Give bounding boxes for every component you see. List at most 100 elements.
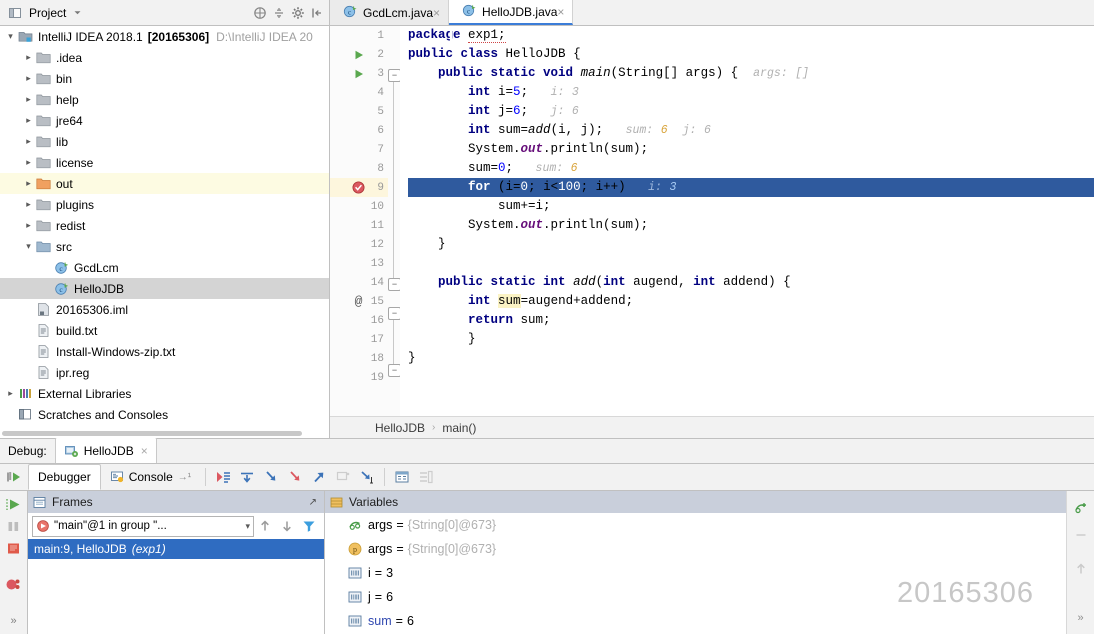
close-icon[interactable]: × <box>557 5 564 19</box>
iml-file-icon <box>35 302 51 318</box>
top-bar: Project c GcdLcm.java × c HelloJDB.java … <box>0 0 1094 26</box>
close-icon[interactable]: × <box>433 6 440 20</box>
tree-item-label: Install-Windows-zip.txt <box>56 344 176 359</box>
kw-package: package <box>408 28 461 42</box>
chevron-down-icon[interactable]: ▾ <box>245 521 250 532</box>
tree-item-jre64[interactable]: ▸ jre64 <box>0 110 329 131</box>
variable-name: sum <box>368 614 392 628</box>
project-tree-hscrollbar[interactable] <box>0 429 329 438</box>
code-line-5: int j=6; j: 6 <box>468 104 579 118</box>
tree-item-gcdlcm[interactable]: c GcdLcm <box>0 257 329 278</box>
tree-item-src[interactable]: ▾ src <box>0 236 329 257</box>
arrow-up-icon[interactable] <box>254 515 276 537</box>
chevron-right-icon[interactable]: ▸ <box>22 89 35 110</box>
hide-panel-icon[interactable] <box>309 5 325 21</box>
editor-tab-gcdlcm[interactable]: c GcdLcm.java × <box>330 0 450 25</box>
svg-text:p: p <box>353 545 357 554</box>
add-watch-icon[interactable] <box>1069 496 1093 520</box>
tree-item-install-windows-zip-txt[interactable]: Install-Windows-zip.txt <box>0 341 329 362</box>
inline-hint-name: j: <box>550 105 565 118</box>
resume-icon[interactable] <box>2 495 26 513</box>
tree-item-plugins[interactable]: ▸ plugins <box>0 194 329 215</box>
run-method-icon[interactable] <box>351 64 366 83</box>
breakpoint-icon[interactable] <box>351 178 366 197</box>
chevron-right-icon[interactable]: ▸ <box>22 68 35 89</box>
editor-fold-column[interactable]: − − − − <box>388 26 401 416</box>
editor-tab-label: HelloJDB.java <box>482 4 558 19</box>
project-tree[interactable]: ▾ IntelliJ IDEA 2018.1 [20165306] D:\Int… <box>0 26 330 438</box>
more-chevrons-icon[interactable]: » <box>2 612 26 630</box>
breadcrumb-method[interactable]: main() <box>442 421 476 435</box>
editor-tab-hellojdb[interactable]: c HelloJDB.java × <box>449 0 574 25</box>
step-into-icon[interactable] <box>259 464 283 490</box>
minus-icon <box>1069 524 1093 548</box>
chevron-right-icon[interactable]: ▸ <box>22 110 35 131</box>
thread-dropdown[interactable]: "main"@1 in group "... ▾ <box>32 515 254 537</box>
tree-item-lib[interactable]: ▸ lib <box>0 131 329 152</box>
frame-module: (exp1) <box>131 542 166 556</box>
tree-item-20165306-iml[interactable]: 20165306.iml <box>0 299 329 320</box>
tree-item-scratches-and-consoles[interactable]: Scratches and Consoles <box>0 404 329 425</box>
chevron-down-icon[interactable]: ▾ <box>4 26 17 47</box>
folder-icon <box>35 92 51 108</box>
expand-icon[interactable] <box>271 5 287 21</box>
step-out-icon[interactable] <box>307 464 331 490</box>
folder-blue-icon <box>35 239 51 255</box>
collapse-all-icon[interactable] <box>252 5 268 21</box>
tree-item-bin[interactable]: ▸ bin <box>0 68 329 89</box>
breadcrumb[interactable]: HelloJDB › main() <box>330 416 1094 438</box>
stop-icon[interactable] <box>2 539 26 557</box>
gutter-line-number: 1 <box>377 29 384 42</box>
close-icon[interactable]: × <box>141 444 148 458</box>
settings-gear-icon[interactable] <box>290 5 306 21</box>
editor-body[interactable]: 1 2 3 4 5 6 7 8 9 10 11 12 13 14 15 16 17 18 19 @ − <box>330 26 1094 416</box>
tree-item-out[interactable]: ▸ out <box>0 173 329 194</box>
chevron-right-icon[interactable]: ▸ <box>22 131 35 152</box>
chevron-right-icon[interactable]: ▸ <box>22 152 35 173</box>
chevron-down-icon[interactable]: ▾ <box>22 236 35 257</box>
run-to-cursor-icon[interactable] <box>355 464 379 490</box>
tree-item-label: help <box>56 92 79 107</box>
step-over-icon[interactable] <box>235 464 259 490</box>
chevron-down-icon[interactable] <box>69 5 85 21</box>
settings-arrow-icon[interactable]: ↗ <box>309 497 319 508</box>
run-class-icon[interactable] <box>351 45 366 64</box>
chevron-right-icon[interactable]: ▸ <box>22 173 35 194</box>
filter-icon[interactable] <box>298 515 320 537</box>
rerun-debug-icon[interactable] <box>0 464 28 491</box>
code-text[interactable]: package exp1; public class HelloJDB { pu… <box>400 26 1094 416</box>
gutter-line-number: 10 <box>370 200 384 213</box>
chevron-right-icon[interactable]: ▸ <box>22 215 35 236</box>
tree-item-idea[interactable]: ▸ .idea <box>0 47 329 68</box>
chevron-right-icon[interactable]: ▸ <box>4 383 17 404</box>
tab-debugger[interactable]: Debugger <box>28 464 101 490</box>
svg-text:c: c <box>467 8 470 16</box>
tree-item-redist[interactable]: ▸ redist <box>0 215 329 236</box>
chevron-right-icon[interactable]: ▸ <box>22 47 35 68</box>
editor-gutter[interactable]: 1 2 3 4 5 6 7 8 9 10 11 12 13 14 15 16 17 18 19 @ <box>330 26 388 416</box>
tree-root-node[interactable]: ▾ IntelliJ IDEA 2018.1 [20165306] D:\Int… <box>0 26 329 47</box>
pause-icon[interactable] <box>2 517 26 535</box>
breadcrumb-class[interactable]: HelloJDB <box>375 421 425 435</box>
debug-session-tab[interactable]: HelloJDB × <box>54 437 157 463</box>
variable-row[interactable]: sum = 6 <box>325 609 1066 633</box>
execution-point-icon[interactable] <box>211 464 235 490</box>
tree-item-license[interactable]: ▸ license <box>0 152 329 173</box>
chevron-right-icon[interactable]: ▸ <box>22 194 35 215</box>
evaluate-icon[interactable] <box>390 464 414 490</box>
tree-item-help[interactable]: ▸ help <box>0 89 329 110</box>
variable-row[interactable]: p args = {String[0]@673} <box>325 537 1066 561</box>
arrow-down-icon[interactable] <box>276 515 298 537</box>
variable-row[interactable]: args = {String[0]@673} <box>325 513 1066 537</box>
variable-value: {String[0]@673} <box>407 518 497 532</box>
variables-list[interactable]: args = {String[0]@673} p args = {String[0]@673… <box>325 513 1066 633</box>
force-step-into-icon[interactable] <box>283 464 307 490</box>
tree-item-external-libraries[interactable]: ▸ External Libraries <box>0 383 329 404</box>
more-chevrons-icon[interactable]: » <box>1069 607 1093 631</box>
tree-item-build-txt[interactable]: build.txt <box>0 320 329 341</box>
frame-stack-item[interactable]: main:9, HelloJDB (exp1) <box>28 539 324 559</box>
tree-item-ipr-reg[interactable]: ipr.reg <box>0 362 329 383</box>
tree-item-hellojdb[interactable]: c HelloJDB <box>0 278 329 299</box>
tab-console[interactable]: Console →¹ <box>101 464 200 490</box>
breakpoints-icon[interactable] <box>2 576 26 594</box>
